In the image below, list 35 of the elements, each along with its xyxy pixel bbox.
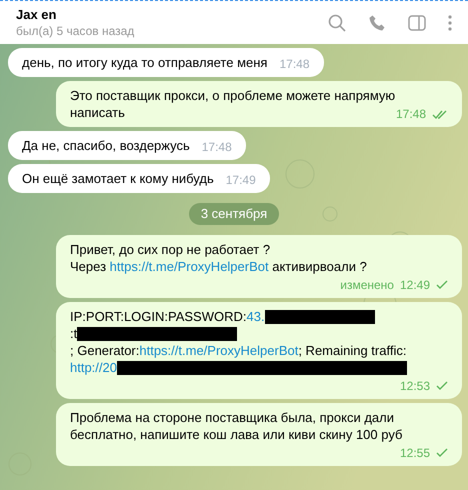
message-text: ; Generator: [70,342,140,358]
message-time: 17:48 [202,140,232,155]
message-text: Привет, до сих пор не работает ? [70,242,270,256]
message-text: ; Remaining traffic: [298,342,406,358]
last-seen-status: был(а) 5 часов назад [16,22,136,38]
message-text: Проблема на стороне поставщика была, прокси дали бесплатно, напишите кош лава или киви скину 100 руб [70,410,402,442]
message-link[interactable]: https://t.me/ProxyHelperBot [139,342,298,358]
check-icon [436,381,448,391]
message-text: день, по итогу куда то отправляете меня [22,55,268,70]
message-text: Это поставщик прокси, о проблеме можете напрямую написать [70,88,396,120]
message-text: Да не, спасибо, воздержусь [22,138,190,153]
message-time: 17:49 [226,173,256,188]
more-icon[interactable] [448,14,452,30]
message-link[interactable]: 43. [246,308,265,324]
message-time: 17:48 [396,107,426,122]
message-text: Он ещё замотает к кому нибудь [22,171,214,186]
message-text: Через [70,258,108,274]
message-text: :t [70,326,78,340]
message-time: 12:49 [400,278,430,292]
double-check-icon [432,110,448,120]
check-icon [436,448,448,458]
message-time: 12:53 [400,378,430,394]
message-text: IP:PORT:LOGIN:PASSWORD: [70,308,246,324]
phone-icon[interactable] [368,14,386,32]
chat-title: Jax en [16,6,58,22]
check-icon [436,280,448,290]
message-time: 17:48 [279,57,310,72]
message-link[interactable]: https://t.me/ProxyHelperBot [110,258,269,274]
message-text: активирвоали ? [271,258,367,274]
sidebar-toggle-icon[interactable] [408,14,426,30]
date-badge: 3 сентября [188,203,280,224]
message-link[interactable]: http://20 [70,360,117,374]
search-icon[interactable] [328,14,346,32]
edited-label: изменено [340,278,394,292]
message-time: 12:55 [400,446,430,460]
